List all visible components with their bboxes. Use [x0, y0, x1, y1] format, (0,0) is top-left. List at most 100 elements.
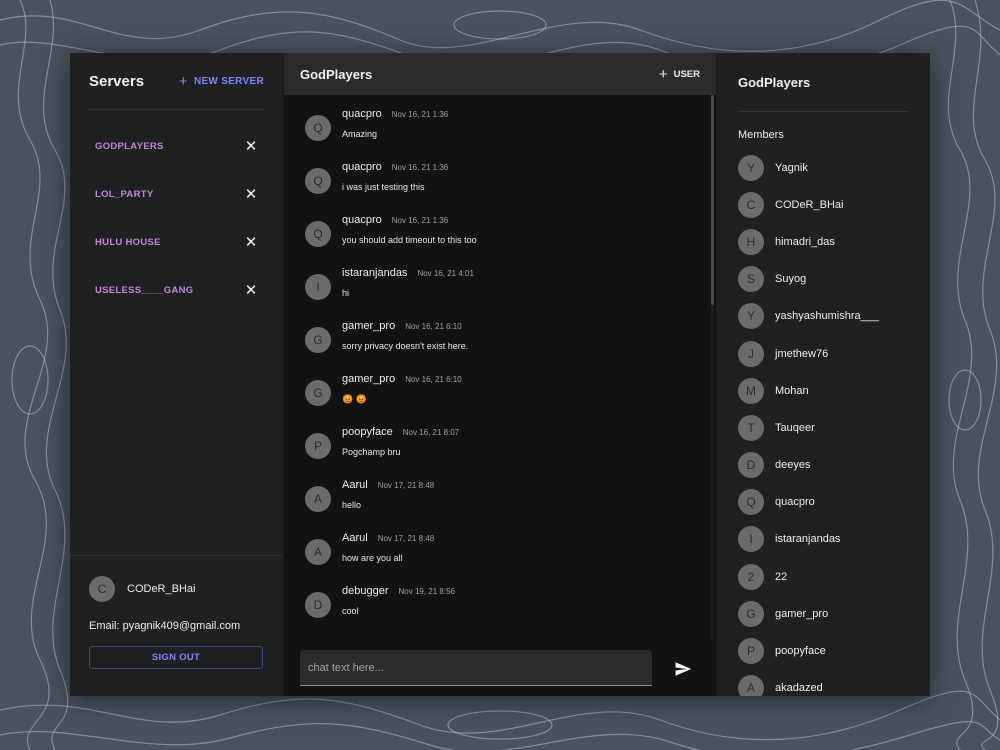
avatar: H [738, 228, 764, 255]
message-timestamp: Nov 16, 21 8:07 [402, 428, 460, 437]
member-item[interactable]: Aakadazed [717, 670, 930, 696]
member-item[interactable]: Ggamer_pro [717, 595, 930, 632]
message-body: quacpro Nov 16, 21 1:36 Amazing [342, 108, 448, 161]
member-name: 22 [775, 570, 788, 583]
server-item[interactable]: GODPLAYERS ✕ [70, 122, 283, 170]
message-author: quacpro [342, 108, 382, 120]
message-meta: debugger Nov 19, 21 8:56 [342, 585, 455, 601]
server-item[interactable]: USELESS____GANG ✕ [70, 266, 283, 314]
message-body: poopyface Nov 16, 21 8:07 Pogchamp bru [342, 426, 459, 479]
message-timestamp: Nov 17, 21 8:48 [377, 481, 435, 490]
message-timestamp: Nov 16, 21 1:36 [391, 110, 449, 119]
message-text: Amazing [342, 129, 378, 139]
message-author: gamer_pro [342, 373, 396, 385]
scrollbar-thumb[interactable] [711, 95, 714, 305]
server-name: LOL_PARTY [95, 188, 154, 200]
send-icon[interactable] [674, 660, 692, 678]
avatar: Y [738, 303, 764, 330]
message-author: Aarul [342, 532, 368, 544]
avatar: S [738, 266, 764, 293]
message-body: debugger Nov 19, 21 8:56 cool [342, 585, 455, 638]
servers-header: Servers + NEW SERVER [70, 53, 283, 109]
member-item[interactable]: S Suyog [717, 261, 930, 298]
message-text: sorry privacy doesn't exist here. [342, 341, 469, 351]
member-name: CODeR_BHai [775, 198, 844, 211]
message-meta: gamer_pro Nov 16, 21 6:10 [342, 320, 468, 336]
message-author: Aarul [342, 479, 368, 491]
new-server-button[interactable]: + NEW SERVER [179, 74, 264, 89]
member-name: gamer_pro [775, 607, 829, 620]
message-text: you should add timeout to this too [342, 235, 477, 245]
sign-out-button[interactable]: SIGN OUT [89, 646, 263, 669]
member-item[interactable]: C CODeR_BHai [717, 186, 930, 223]
member-name: akadazed [775, 682, 823, 695]
member-item[interactable]: Ppoopyface [717, 632, 930, 669]
message-body: Aarul Nov 17, 21 8:48 how are you all [342, 532, 434, 585]
add-user-button[interactable]: + USER [659, 67, 700, 82]
message-timestamp: Nov 16, 21 1:36 [391, 163, 449, 172]
message-timestamp: Nov 19, 21 8:56 [398, 587, 455, 596]
members-panel-title: GodPlayers [738, 74, 811, 90]
member-item[interactable]: Iistaranjandas [717, 521, 930, 558]
avatar: J [738, 340, 764, 367]
app-window: Servers + NEW SERVER GODPLAYERS ✕ LOL_PA… [70, 53, 930, 696]
servers-sidebar: Servers + NEW SERVER GODPLAYERS ✕ LOL_PA… [70, 53, 284, 696]
member-name: Tauqeer [775, 421, 815, 434]
scrollbar[interactable] [711, 95, 714, 640]
avatar: A [305, 486, 331, 512]
message-text: 😡 😡 [342, 394, 367, 404]
member-name: quacpro [775, 496, 815, 509]
member-list: Y Yagnik C CODeR_BHai Hhimadri_das S Suyog … [717, 149, 930, 696]
member-item[interactable]: Hhimadri_das [717, 223, 930, 260]
close-icon[interactable]: ✕ [244, 281, 258, 299]
message-body: istaranjandas Nov 16, 21 4:01 hi [342, 267, 474, 320]
message-author: gamer_pro [342, 320, 396, 332]
message-text: hi [342, 288, 350, 298]
message-text: how are you all [342, 553, 403, 563]
server-item[interactable]: HULU HOUSE ✕ [70, 218, 283, 266]
member-name: Yagnik [775, 161, 808, 174]
avatar: M [738, 377, 764, 404]
message-timestamp: Nov 17, 21 8:48 [377, 534, 435, 543]
avatar: Q [305, 168, 331, 194]
message-list[interactable]: Q quacpro Nov 16, 21 1:36 Amazing Q quac… [284, 95, 716, 640]
close-icon[interactable]: ✕ [244, 233, 258, 251]
server-name: USELESS____GANG [95, 284, 194, 296]
server-list: GODPLAYERS ✕ LOL_PARTY ✕ HULU HOUSE ✕ US… [70, 110, 283, 314]
message-body: Aarul Nov 17, 21 8:48 hello [342, 479, 434, 532]
message-author: quacpro [342, 161, 382, 173]
members-header: GodPlayers [717, 53, 930, 111]
close-icon[interactable]: ✕ [244, 137, 258, 155]
close-icon[interactable]: ✕ [244, 185, 258, 203]
plus-icon: + [178, 72, 188, 90]
server-item[interactable]: LOL_PARTY ✕ [70, 170, 283, 218]
member-item[interactable]: Jjmethew76 [717, 335, 930, 372]
message: Q quacpro Nov 16, 21 1:36 you should add… [284, 214, 716, 267]
chat-input[interactable]: chat text here... [300, 650, 652, 686]
avatar: P [305, 433, 331, 459]
member-item[interactable]: Ddeeyes [717, 447, 930, 484]
server-name: HULU HOUSE [95, 236, 161, 248]
avatar: G [305, 327, 331, 353]
message: P poopyface Nov 16, 21 8:07 Pogchamp bru [284, 426, 716, 479]
message: A Aarul Nov 17, 21 8:48 hello [284, 479, 716, 532]
member-item[interactable]: Yyashyashumishra___ [717, 298, 930, 335]
member-name: poopyface [775, 645, 826, 658]
message-meta: poopyface Nov 16, 21 8:07 [342, 426, 459, 442]
members-label: Members [738, 129, 784, 141]
message-body: gamer_pro Nov 16, 21 6:10 😡 😡 [342, 373, 462, 426]
avatar: 2 [738, 563, 764, 590]
message-body: quacpro Nov 16, 21 1:36 i was just testi… [342, 161, 448, 214]
member-item[interactable]: Qquacpro [717, 484, 930, 521]
message: D debugger Nov 19, 21 8:56 cool [284, 585, 716, 638]
message-timestamp: Nov 16, 21 4:01 [417, 269, 474, 278]
server-name: GODPLAYERS [95, 140, 164, 152]
avatar: Q [738, 489, 764, 516]
member-item[interactable]: T Tauqeer [717, 409, 930, 446]
avatar: D [305, 592, 331, 618]
profile-email: Email: pyagnik409@gmail.com [89, 620, 241, 632]
member-item[interactable]: M Mohan [717, 372, 930, 409]
message-author: istaranjandas [342, 267, 408, 279]
member-item[interactable]: Y Yagnik [717, 149, 930, 186]
member-item[interactable]: 2 22 [717, 558, 930, 595]
